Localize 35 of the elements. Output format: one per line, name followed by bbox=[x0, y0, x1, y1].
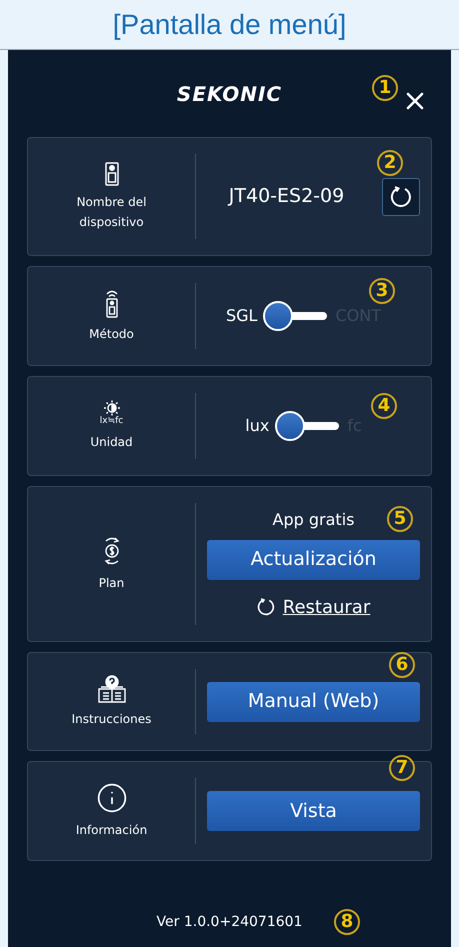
callout-number: 3 bbox=[369, 278, 395, 304]
toggle-switch[interactable] bbox=[263, 301, 330, 331]
callout-number: 7 bbox=[389, 755, 415, 781]
device-icon bbox=[104, 162, 118, 186]
callout-number: 2 bbox=[377, 150, 403, 176]
dollar-cycle-icon bbox=[102, 535, 120, 567]
callout-number: 6 bbox=[389, 652, 415, 678]
version-text: Ver 1.0.0+24071601 bbox=[156, 912, 302, 932]
device-name: JT40-ES2-09 bbox=[228, 184, 344, 210]
callout-number: 1 bbox=[372, 75, 398, 101]
toggle-switch[interactable] bbox=[275, 411, 342, 441]
page-title: [Pantalla de menú] bbox=[112, 8, 346, 42]
setting-label: Instrucciones bbox=[70, 710, 152, 728]
setting-label: Plan bbox=[98, 575, 126, 592]
refresh-icon bbox=[390, 186, 412, 208]
action-button[interactable]: Actualización bbox=[207, 540, 420, 580]
action-button[interactable]: Manual (Web) bbox=[207, 682, 420, 722]
logo: SEKONIC bbox=[176, 80, 282, 108]
option-label: lux bbox=[245, 415, 270, 437]
refresh-icon bbox=[256, 598, 275, 616]
callout-number: 5 bbox=[387, 506, 413, 532]
option-label: SGL bbox=[226, 305, 258, 327]
refresh-button[interactable] bbox=[382, 178, 420, 216]
setting-label: Información bbox=[74, 822, 148, 839]
info-icon bbox=[96, 782, 128, 814]
setting-label: Nombre del dispositivo bbox=[76, 194, 148, 230]
setting-label: Unidad bbox=[89, 434, 134, 451]
action-button[interactable]: Vista bbox=[207, 791, 420, 831]
remote-icon bbox=[104, 288, 120, 318]
callout-number: 4 bbox=[371, 393, 397, 419]
help-book-icon bbox=[96, 674, 126, 702]
restore-link[interactable]: Restaurar bbox=[256, 594, 370, 620]
callout-number: 8 bbox=[334, 909, 360, 935]
plan-status: App gratis bbox=[272, 508, 354, 530]
setting-label: Método bbox=[88, 326, 135, 343]
